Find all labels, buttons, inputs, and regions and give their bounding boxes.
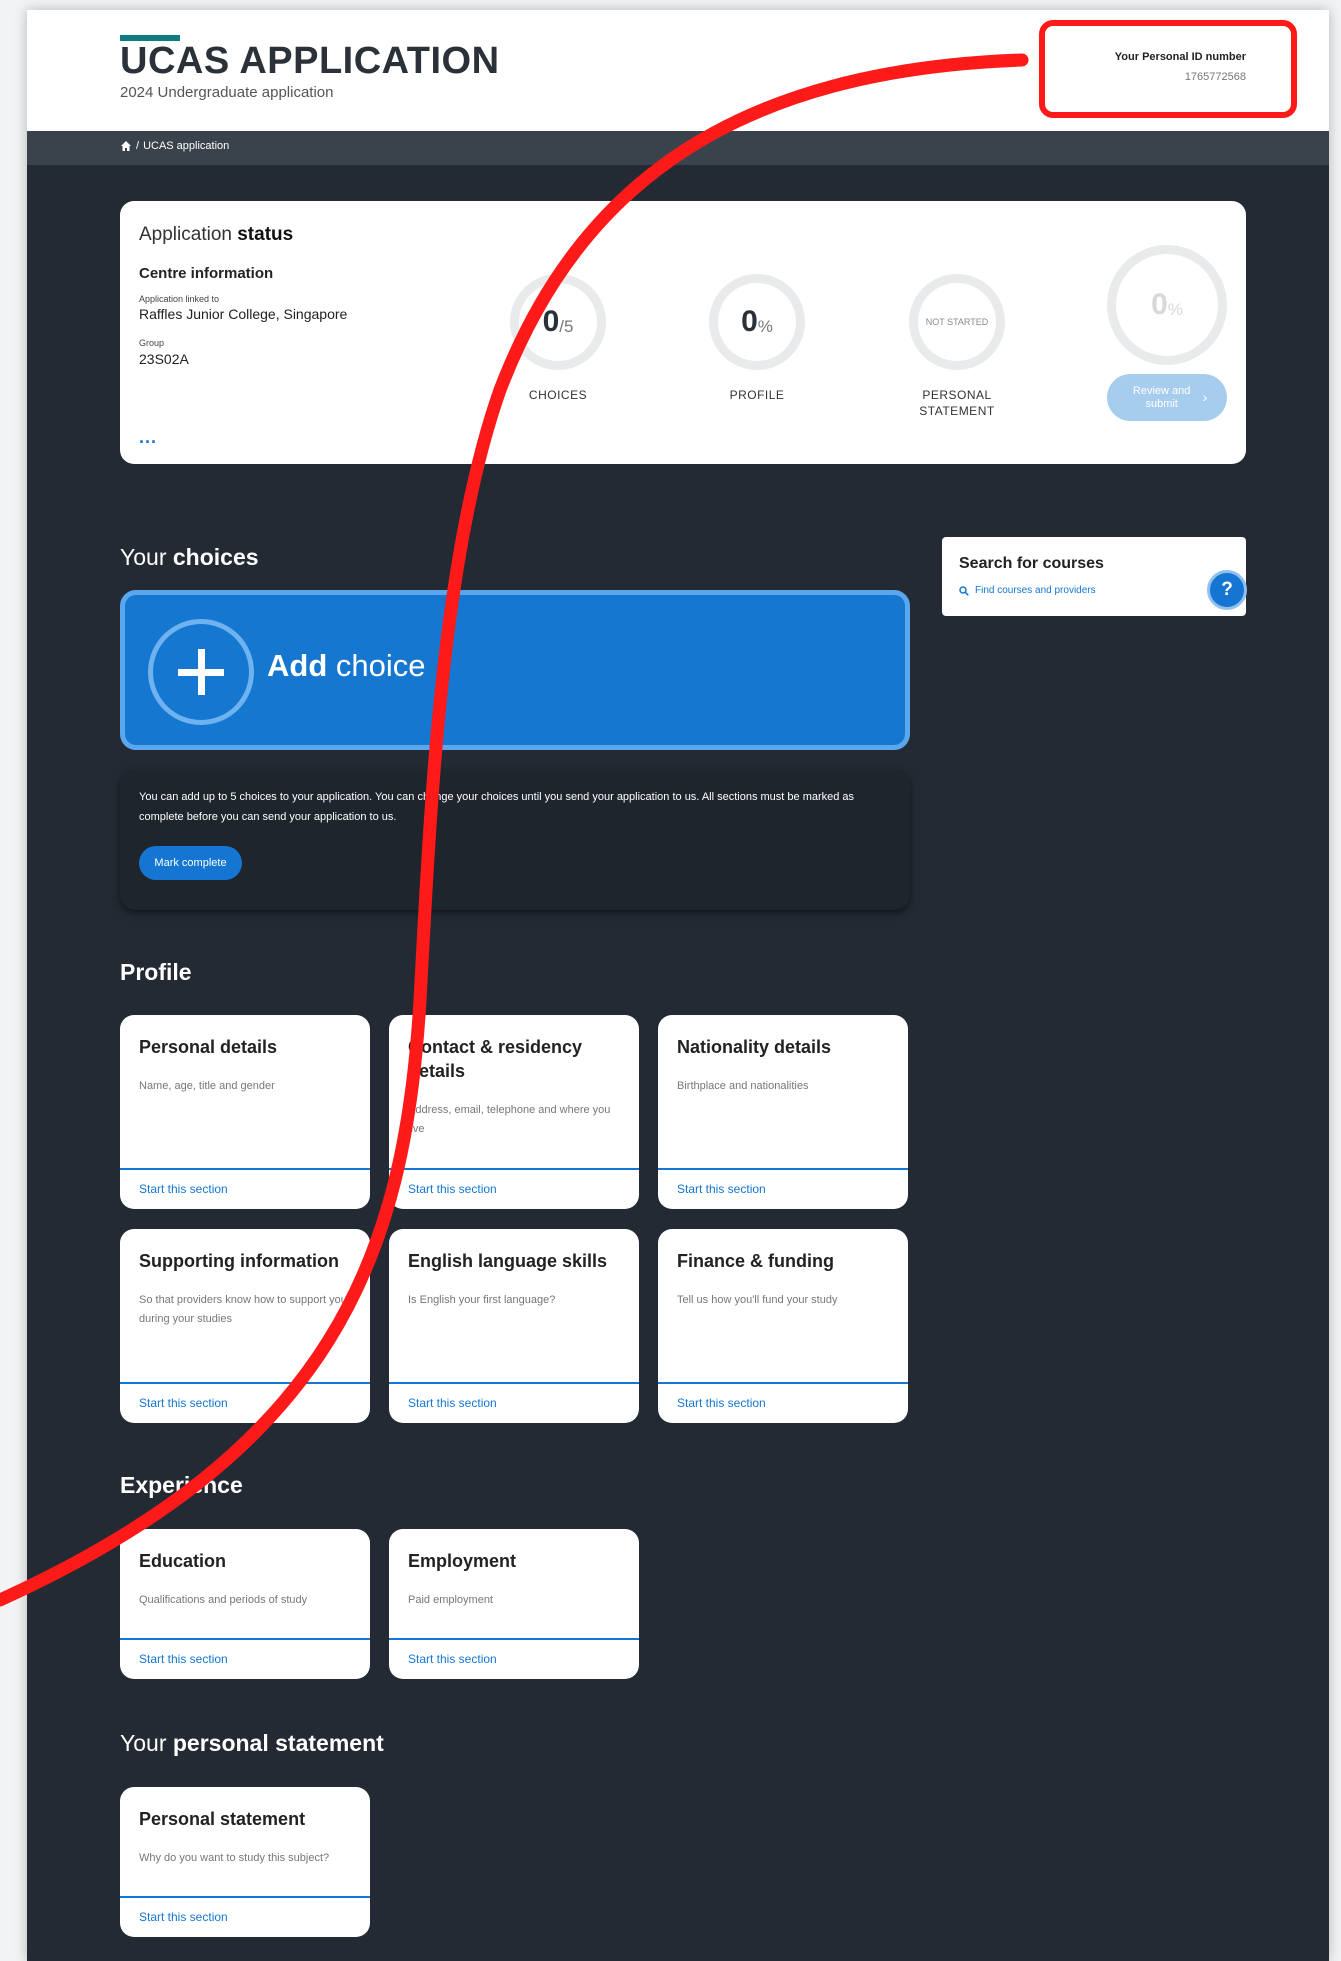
review-button-label: Review and submit [1132,384,1191,410]
overall-percent: 0 [1151,288,1168,321]
annotation-highlight-box [1039,20,1297,118]
help-button[interactable]: ? [1207,570,1247,610]
profile-heading-text: Profile [120,959,192,985]
start-section-link[interactable]: Start this section [139,1182,228,1196]
plus-icon [148,619,254,725]
start-section-link[interactable]: Start this section [677,1182,766,1196]
tile-employment[interactable]: Employment Paid employment Start this se… [389,1529,639,1679]
add-choice-label: Add choice [267,648,426,684]
experience-heading: Experience [120,1472,243,1499]
tile-title: Nationality details [677,1037,832,1057]
overall-percent-sign: % [1167,300,1183,319]
find-courses-link[interactable]: Find courses and providers [959,585,1096,596]
add-choice-bold: Add [267,648,328,683]
experience-heading-text: Experience [120,1472,243,1498]
your-choices-heading: Your choices [120,544,259,571]
start-section-link[interactable]: Start this section [408,1182,497,1196]
statement-label: PERSONAL STATEMENT [919,388,995,418]
review-and-submit-button[interactable]: Review and submit › [1107,374,1227,421]
search-icon [959,585,969,596]
tile-contact-residency[interactable]: Contact & residency details Address, ema… [389,1015,639,1209]
tile-description: Name, age, title and gender [139,1080,275,1092]
find-courses-link-text: Find courses and providers [975,585,1096,596]
linked-label: Application linked to [139,294,220,304]
statement-heading-prefix: Your [120,1730,167,1756]
tile-description: Why do you want to study this subject? [139,1852,330,1864]
choices-count: 0 [542,305,560,338]
start-section-link[interactable]: Start this section [408,1396,497,1410]
add-choice-button[interactable]: Add choice [120,590,910,750]
group-value: 23S02A [139,351,189,367]
breadcrumb-bar: / UCAS application [27,131,1329,165]
add-choice-rest: choice [335,648,426,683]
profile-progress-ring: 0 % [709,274,805,370]
tile-personal-details[interactable]: Personal details Name, age, title and ge… [120,1015,370,1209]
tile-title: Contact & residency details [408,1037,583,1081]
app-frame: UCAS APPLICATION 2024 Undergraduate appl… [27,10,1329,1961]
choices-info-box: You can add up to 5 choices to your appl… [120,770,910,910]
profile-percent: 0 [741,305,758,338]
mark-complete-button[interactable]: Mark complete [139,846,242,880]
tile-description: Paid employment [408,1594,493,1606]
app-subtitle: 2024 Undergraduate application [120,84,334,101]
profile-heading: Profile [120,959,192,986]
tile-description: Qualifications and periods of study [139,1594,308,1606]
chevron-right-icon: › [1202,389,1208,405]
app-title: UCAS APPLICATION [120,40,500,82]
choices-max: /5 [559,317,574,336]
tile-title: Personal statement [139,1809,306,1829]
start-section-link[interactable]: Start this section [677,1396,766,1410]
breadcrumb-current: UCAS application [143,140,230,152]
start-section-link[interactable]: Start this section [139,1396,228,1410]
tile-description: So that providers know how to support yo… [139,1294,347,1325]
tile-supporting-information[interactable]: Supporting information So that providers… [120,1229,370,1423]
tile-nationality-details[interactable]: Nationality details Birthplace and natio… [658,1015,908,1209]
more-button[interactable]: ... [139,427,157,448]
linked-value: Raffles Junior College, Singapore [139,306,348,322]
statement-status: NOT STARTED [925,317,989,327]
statement-heading-bold: personal statement [172,1730,384,1756]
tile-education[interactable]: Education Qualifications and periods of … [120,1529,370,1679]
choices-info-text: You can add up to 5 choices to your appl… [139,791,855,823]
start-section-link[interactable]: Start this section [139,1652,228,1666]
tile-finance-funding[interactable]: Finance & funding Tell us how you'll fun… [658,1229,908,1423]
tile-title: Personal details [139,1037,278,1057]
tile-description: Birthplace and nationalities [677,1080,809,1092]
centre-info-heading: Centre information [139,265,274,282]
overall-progress-ring: 0 % [1107,245,1227,365]
tile-title: Employment [408,1551,517,1571]
search-courses-title: Search for courses [959,555,1104,572]
profile-label: PROFILE [729,388,785,402]
application-status-card: Application status Centre information Ap… [120,201,1246,464]
status-title-prefix: Application [139,224,232,245]
profile-percent-sign: % [757,317,773,336]
choices-heading-prefix: Your [120,544,167,570]
personal-statement-heading: Your personal statement [120,1730,384,1757]
tile-english-language[interactable]: English language skills Is English your … [389,1229,639,1423]
status-title-bold: status [237,224,294,245]
tile-title: Supporting information [139,1251,339,1271]
group-label: Group [139,338,165,348]
tile-title: Finance & funding [677,1251,834,1271]
tile-title: English language skills [408,1251,608,1271]
breadcrumb: / UCAS application [120,140,229,152]
tile-description: Tell us how you'll fund your study [677,1294,838,1306]
start-section-link[interactable]: Start this section [139,1910,228,1924]
tile-description: Is English your first language? [408,1294,556,1306]
home-icon[interactable] [120,140,132,152]
tile-title: Education [139,1551,227,1571]
choices-heading-bold: choices [172,544,259,570]
tile-personal-statement[interactable]: Personal statement Why do you want to st… [120,1787,370,1937]
tile-description: Address, email, telephone and where you … [408,1104,611,1135]
status-title: Application status [139,224,293,246]
statement-progress-ring: NOT STARTED [909,274,1005,370]
choices-progress-ring: 0 /5 [510,274,606,370]
search-courses-card: Search for courses Find courses and prov… [942,537,1246,616]
breadcrumb-separator: / [136,140,140,152]
start-section-link[interactable]: Start this section [408,1652,497,1666]
choices-label: CHOICES [528,388,588,402]
